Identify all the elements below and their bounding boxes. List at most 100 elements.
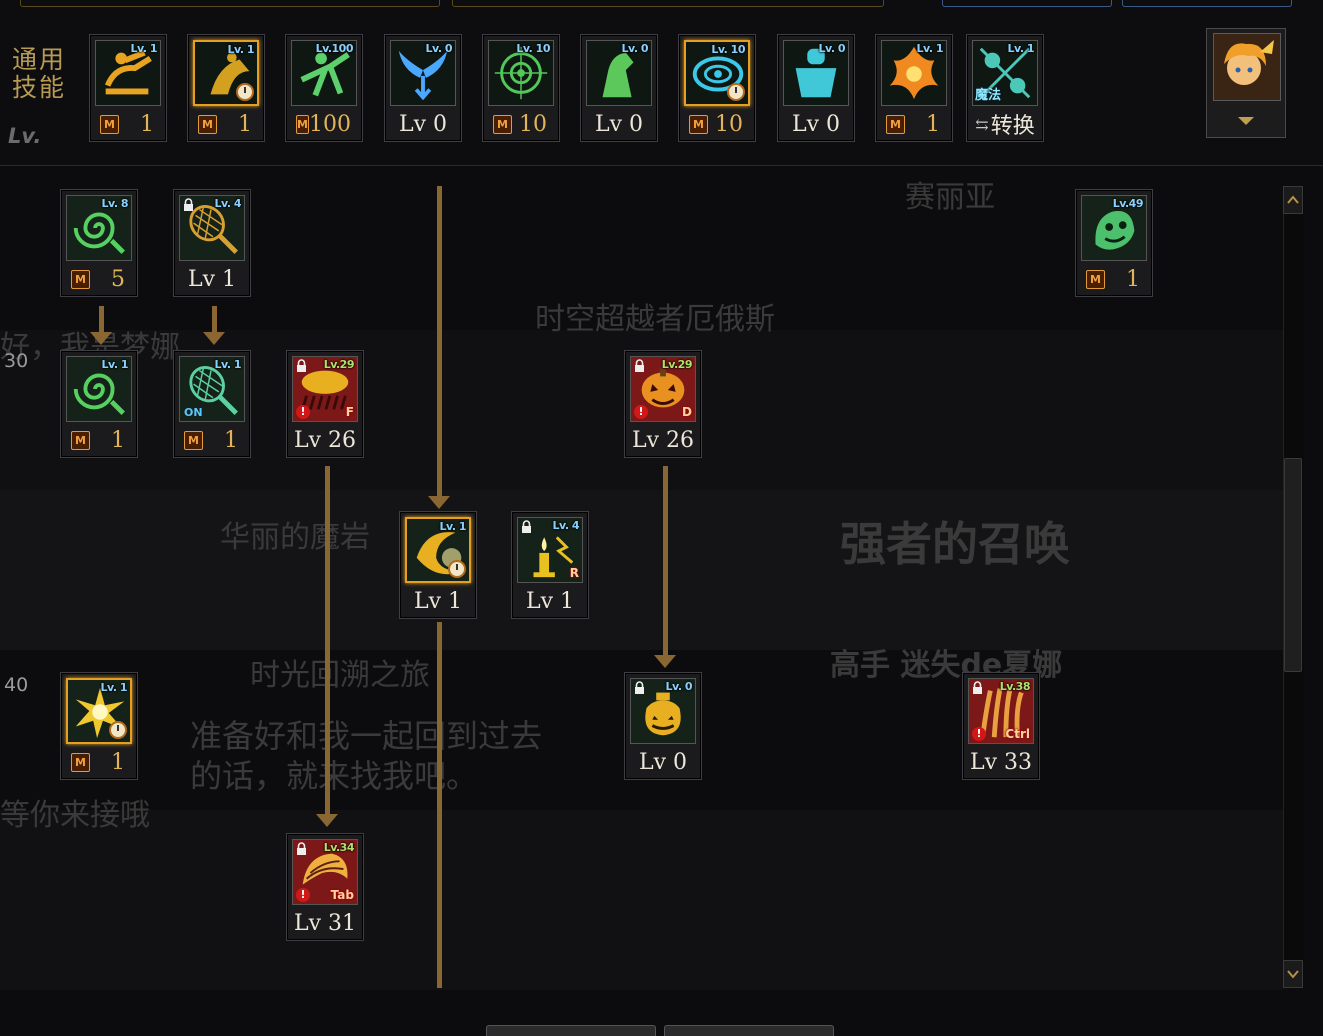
skill-level-label: Lv 31 — [293, 910, 357, 936]
hotkey-label: Ctrl — [1005, 727, 1030, 741]
guard-skill[interactable]: Lv. 0 Lv 0 — [777, 34, 855, 142]
mastery-level: M 10 — [487, 110, 555, 138]
strike-skill[interactable]: Lv.100 M 100 — [285, 34, 363, 142]
mastery-level: M5 — [65, 265, 133, 293]
dash-kick-icon: Lv. 1 — [95, 40, 161, 106]
mastery-level: M1 — [65, 426, 133, 454]
toggle-on-label: ON — [184, 406, 203, 419]
prerequisite-connector — [212, 306, 217, 334]
mastery-m-icon: M — [689, 114, 708, 134]
mastery-level: M1 — [880, 110, 948, 138]
scroll-up-button[interactable] — [1283, 186, 1303, 214]
top-frame-tab[interactable] — [942, 0, 1112, 7]
conversion-text: 转换 — [990, 114, 1035, 139]
scroll-thumb[interactable] — [1284, 458, 1302, 672]
skill-level-label: Lv 0 — [594, 111, 644, 137]
strike-icon: Lv.100 — [291, 40, 357, 106]
chevron-up-icon — [1287, 195, 1299, 204]
swirl-icon: Lv. 8 — [66, 195, 132, 261]
claws-skill[interactable]: Lv.38! Ctrl Lv 33 — [962, 672, 1040, 780]
sack-skill[interactable]: Lv. 0 Lv 0 — [624, 672, 702, 780]
mastery-level-value: 1 — [224, 427, 238, 453]
candle-skill[interactable]: Lv. 4 R Lv 1 — [511, 511, 589, 619]
ghost-icon: Lv.49 — [1081, 195, 1147, 261]
conversion-label: ⇆ 转换 — [971, 110, 1039, 139]
connector-arrow — [203, 332, 225, 345]
mastery-m-icon: M — [1086, 269, 1105, 289]
row-level-label: 30 — [4, 350, 29, 372]
net-skill[interactable]: Lv. 4 Lv 1 — [173, 189, 251, 297]
target-skill[interactable]: Lv. 10 M 10 — [482, 34, 560, 142]
warning-icon: ! — [296, 405, 310, 419]
lock-icon — [635, 359, 644, 372]
prerequisite-connector — [325, 466, 330, 816]
mastery-m-icon: M — [100, 114, 119, 134]
magic-switch-skill[interactable]: Lv. 1 魔法 ⇆ 转换 — [966, 34, 1044, 142]
pumpkin-skill[interactable]: Lv.29! D Lv 26 — [624, 350, 702, 458]
scroll-down-button[interactable] — [1283, 960, 1303, 988]
bg-quest-title: 时光回溯之旅 — [250, 658, 430, 693]
mastery-level-value: 10 — [519, 111, 547, 137]
row-level-label: 40 — [4, 674, 29, 696]
skill-level-label: Lv 33 — [969, 749, 1033, 775]
top-frame-tab[interactable] — [1122, 0, 1292, 7]
skill-level-label: Lv 1 — [187, 266, 237, 292]
common-skills-label: 通用 技能 — [12, 45, 67, 102]
skill-level-tag: Lv. 1 — [100, 681, 128, 694]
mastery-level-value: 1 — [140, 111, 154, 137]
mastery-level: M1 — [65, 748, 133, 776]
swirl2-skill[interactable]: Lv. 1 M1 — [60, 350, 138, 458]
bottom-tab[interactable] — [664, 1025, 834, 1036]
swirl-skill[interactable]: Lv. 8 M5 — [60, 189, 138, 297]
mastery-m-icon: M — [296, 114, 309, 134]
skill-level-tag: Lv.29 — [661, 358, 693, 371]
skill-level-tag: Lv. 1 — [439, 520, 467, 533]
connector-arrow — [654, 655, 676, 668]
skill-level-tag: Lv. 4 — [214, 197, 242, 210]
claws-icon: Lv.38! Ctrl — [968, 678, 1034, 744]
bg-left-text: 等你来接哦 — [0, 798, 150, 833]
lv-column-label: Lv. — [8, 124, 42, 148]
skill-level-tag: Lv. 1 — [916, 42, 944, 55]
mastery-level-value: 1 — [111, 427, 125, 453]
mastery-m-icon: M — [198, 114, 217, 134]
mastery-level: M1 — [1080, 265, 1148, 293]
skill-level-tag: Lv.34 — [323, 841, 355, 854]
skill-level-tag: Lv.100 — [315, 42, 354, 55]
warning-icon: ! — [296, 888, 310, 902]
bottom-tab[interactable] — [486, 1025, 656, 1036]
shell-icon: Lv.34! Tab — [292, 839, 358, 905]
top-frame-tab — [452, 0, 884, 7]
skill-level-tag: Lv. 1 — [101, 358, 129, 371]
mastery-level-value: 1 — [111, 749, 125, 775]
target-icon: Lv. 10 — [488, 40, 554, 106]
mastery-level: M 10 — [683, 110, 751, 138]
hotkey-label: D — [682, 405, 692, 419]
claw-skill[interactable]: Lv. 0 Lv 0 — [580, 34, 658, 142]
guard-icon: Lv. 0 — [783, 40, 849, 106]
vortex-skill[interactable]: Lv. 10 M 10 — [678, 34, 756, 142]
shell-skill[interactable]: Lv.34! Tab Lv 31 — [286, 833, 364, 941]
lock-icon — [297, 842, 306, 855]
ghost-skill[interactable]: Lv.49 M 1 — [1075, 189, 1153, 297]
skill-level-tag: Lv. 0 — [665, 680, 693, 693]
burst-skill[interactable]: Lv. 1M1 — [60, 672, 138, 780]
prerequisite-connector — [99, 306, 104, 334]
character-select-button[interactable] — [1206, 28, 1286, 138]
leap-skill[interactable]: Lv. 1M1 — [187, 34, 265, 142]
skill-level-label: Lv 0 — [791, 111, 841, 137]
magic-label: 魔法 — [975, 88, 1002, 103]
crescent-skill[interactable]: Lv. 1 Lv 1 — [399, 511, 477, 619]
rain-skill[interactable]: Lv.29! F Lv 26 — [286, 350, 364, 458]
wing-skill[interactable]: Lv. 0 Lv 0 — [384, 34, 462, 142]
skill-level-tag: Lv. 10 — [711, 43, 745, 56]
net2-skill[interactable]: Lv. 1 ON M 1 — [173, 350, 251, 458]
crescent-icon: Lv. 1 — [405, 517, 471, 583]
swap-icon: ⇆ — [975, 114, 989, 134]
flame-skill[interactable]: Lv. 1 M1 — [875, 34, 953, 142]
mastery-m-icon: M — [71, 752, 90, 772]
skill-level-tag: Lv. 0 — [425, 42, 453, 55]
lock-icon — [184, 198, 193, 211]
dash-kick-skill[interactable]: Lv. 1 M 1 — [89, 34, 167, 142]
net-icon: Lv. 4 — [179, 195, 245, 261]
